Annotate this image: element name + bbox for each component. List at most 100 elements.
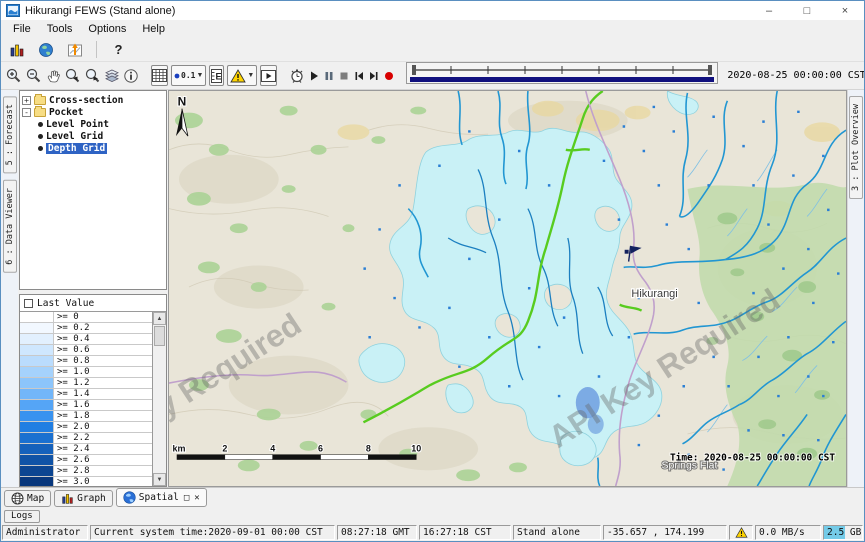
tree-item-label[interactable]: Level Grid <box>46 131 103 142</box>
tree-item-label[interactable]: Pocket <box>49 107 83 118</box>
legend-row[interactable]: >= 0.8 <box>20 356 152 367</box>
tree-item-label[interactable]: Cross-section <box>49 95 123 106</box>
status-bar: Administrator Current system time:2020-0… <box>1 524 864 541</box>
warning-icon <box>230 69 246 83</box>
zoom-out-button[interactable] <box>25 65 42 86</box>
folder-icon <box>34 108 46 117</box>
last-value-label: Last Value <box>37 298 94 309</box>
tab-close-icon[interactable]: ✕ <box>194 493 199 503</box>
skip-to-start-button[interactable] <box>353 65 365 86</box>
legend-row[interactable]: >= 1.0 <box>20 367 152 378</box>
legend-row[interactable]: >= 2.2 <box>20 433 152 444</box>
map-canvas[interactable]: API Key Required API Key Required Hikura… <box>169 91 846 486</box>
pause-button[interactable] <box>323 65 335 86</box>
folder-icon <box>34 96 46 105</box>
scroll-thumb[interactable] <box>154 326 165 346</box>
animation-dialog-button[interactable] <box>260 65 277 86</box>
logs-button[interactable]: Logs <box>4 510 40 523</box>
svg-text:N: N <box>178 95 187 109</box>
legend-threshold-label: >= 1.4 <box>54 389 90 399</box>
contour-threshold-dropdown[interactable]: 0.1 ▼ <box>171 65 206 86</box>
timeseries-dialog-button[interactable] <box>64 39 85 60</box>
grid-icon <box>152 69 167 82</box>
layers-button[interactable] <box>104 65 120 86</box>
legend-threshold-label: >= 2.8 <box>54 466 90 476</box>
legend-color-swatch <box>20 466 54 476</box>
legend-color-swatch <box>20 422 54 432</box>
database-viewer-button[interactable] <box>6 39 27 60</box>
tab-spatial[interactable]: Spatial □ ✕ <box>116 488 207 507</box>
tab-maximize-icon[interactable]: □ <box>184 493 189 503</box>
maximize-button[interactable]: □ <box>788 1 826 20</box>
map-display-button[interactable] <box>35 39 56 60</box>
info-button[interactable] <box>123 65 139 86</box>
chevron-down-icon: ▼ <box>196 72 203 79</box>
legend-panel: Last Value >= 0>= 0.2>= 0.4>= 0.6>= 0.8>… <box>19 294 167 487</box>
tree-item-label[interactable]: Level Point <box>46 119 109 130</box>
legend-row[interactable]: >= 2.0 <box>20 422 152 433</box>
legend-row[interactable]: >= 0.6 <box>20 345 152 356</box>
tab-map[interactable]: Map <box>4 490 51 507</box>
scroll-up-icon[interactable]: ▲ <box>153 312 166 325</box>
record-button[interactable] <box>383 65 395 86</box>
time-slider-date: 2020-08-25 00:00:00 CST <box>727 70 865 81</box>
thresholds-dropdown[interactable]: ▼ <box>227 65 257 86</box>
zoom-next-button[interactable] <box>84 65 101 86</box>
legend-threshold-label: >= 1.0 <box>54 367 90 377</box>
tree-item-pocket[interactable]: - Pocket <box>20 106 166 118</box>
close-button[interactable]: × <box>826 1 864 20</box>
help-icon: ? <box>115 42 123 57</box>
bar-chart-icon <box>9 42 25 58</box>
legend-row[interactable]: >= 0.2 <box>20 323 152 334</box>
tree-item-level-point[interactable]: Level Point <box>20 118 166 130</box>
map-viewport[interactable]: API Key Required API Key Required Hikura… <box>168 90 847 487</box>
tree-item-level-grid[interactable]: Level Grid <box>20 130 166 142</box>
tree-item-label-selected[interactable]: Depth Grid <box>46 143 107 154</box>
menu-help[interactable]: Help <box>134 23 173 35</box>
window-title: Hikurangi FEWS (Stand alone) <box>25 5 175 17</box>
tab-forecast[interactable]: 5 : Forecast <box>3 96 17 173</box>
legend-row[interactable]: >= 2.4 <box>20 444 152 455</box>
tab-data-viewer[interactable]: 6 : Data Viewer <box>3 180 17 273</box>
legend-row[interactable]: >= 1.4 <box>20 389 152 400</box>
zoom-in-button[interactable] <box>5 65 22 86</box>
expand-icon[interactable]: + <box>22 96 31 105</box>
tree-item-depth-grid[interactable]: Depth Grid <box>20 142 166 154</box>
legend-row[interactable]: >= 0 <box>20 312 152 323</box>
collapse-icon[interactable]: - <box>22 108 31 117</box>
legend-row[interactable]: >= 1.6 <box>20 400 152 411</box>
legend-row[interactable]: >= 1.8 <box>20 411 152 422</box>
tab-graph[interactable]: Graph <box>54 490 113 507</box>
menu-tools[interactable]: Tools <box>39 23 81 35</box>
time-slider[interactable] <box>406 62 718 89</box>
pan-button[interactable] <box>45 65 61 86</box>
legend-row[interactable]: >= 3.0 <box>20 477 152 486</box>
menu-file[interactable]: File <box>5 23 39 35</box>
legend-scrollbar[interactable]: ▲ ▼ <box>152 312 166 486</box>
stop-button[interactable] <box>338 65 350 86</box>
status-warning[interactable] <box>729 525 753 540</box>
legend-row[interactable]: >= 1.2 <box>20 378 152 389</box>
help-button[interactable]: ? <box>108 39 129 60</box>
legend-color-swatch <box>20 312 54 322</box>
tab-plot-overview[interactable]: 3 : Plot Overview <box>849 96 863 199</box>
svg-text:10: 10 <box>411 444 421 454</box>
legend-color-swatch <box>20 477 54 486</box>
map-toolbar: 0.1 ▼ E ▼ <box>1 61 864 90</box>
tree-item-cross-section[interactable]: + Cross-section <box>20 94 166 106</box>
app-icon <box>6 4 20 17</box>
legend-row[interactable]: >= 2.8 <box>20 466 152 477</box>
minimize-button[interactable]: – <box>750 1 788 20</box>
time-settings-button[interactable] <box>289 65 305 86</box>
play-button[interactable] <box>308 65 320 86</box>
legend-row[interactable]: >= 2.6 <box>20 455 152 466</box>
last-value-checkbox[interactable] <box>24 299 33 308</box>
scroll-down-icon[interactable]: ▼ <box>153 473 166 486</box>
menu-options[interactable]: Options <box>80 23 134 35</box>
legend-row[interactable]: >= 0.4 <box>20 334 152 345</box>
grid-toggle-button[interactable] <box>151 65 168 86</box>
skip-to-end-button[interactable] <box>368 65 380 86</box>
scale-bar-toggle-button[interactable]: E <box>209 65 224 86</box>
zoom-previous-button[interactable] <box>64 65 81 86</box>
threshold-value: 0.1 <box>181 71 195 80</box>
